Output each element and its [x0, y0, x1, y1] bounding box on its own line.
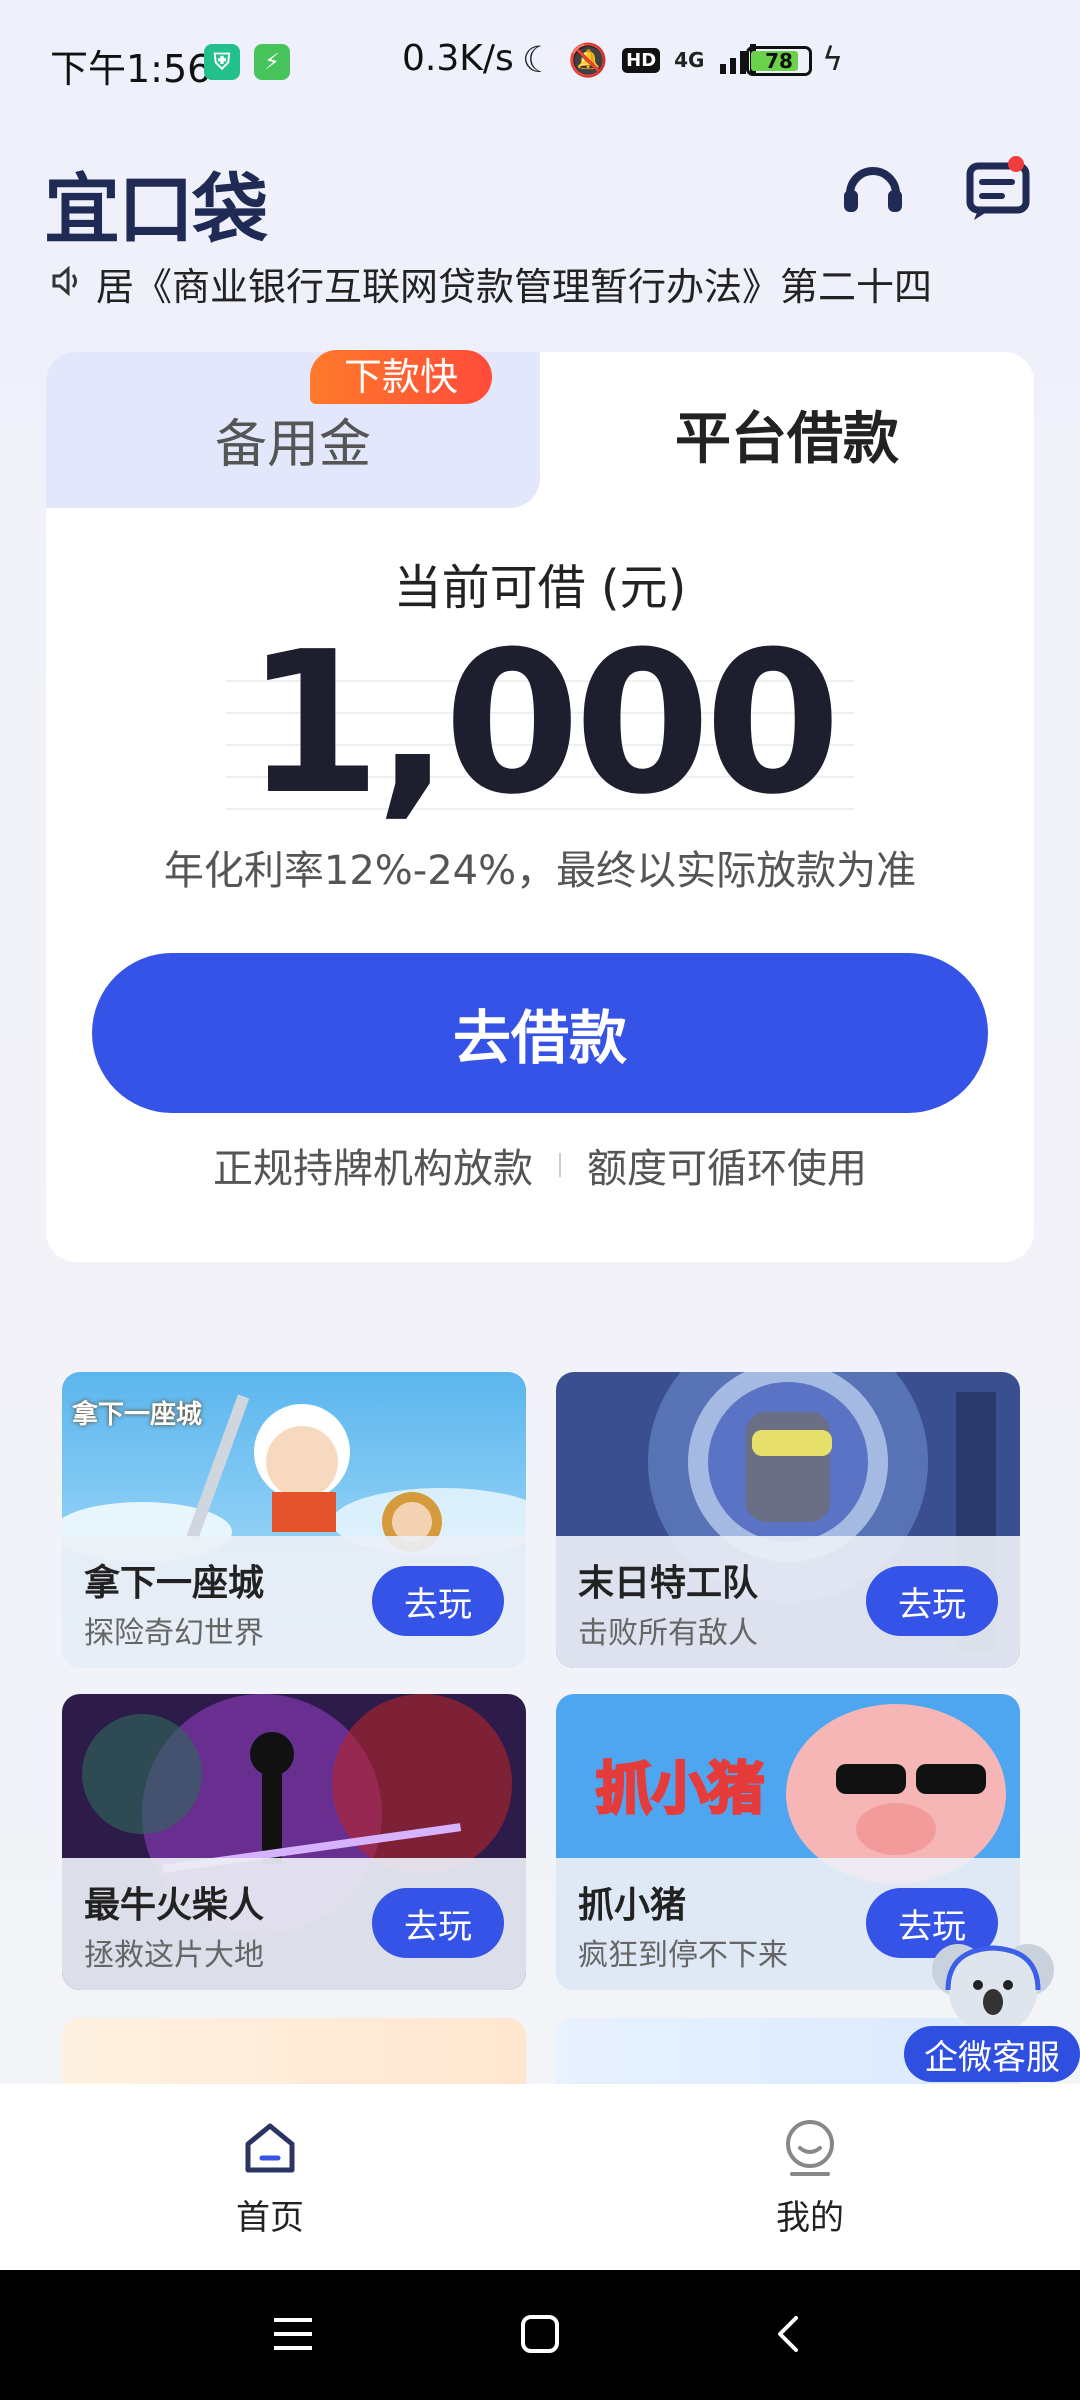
feature-revolving: 额度可循环使用	[587, 1146, 867, 1192]
game-art-title: 拿下一座城	[72, 1400, 203, 1430]
nav-profile-label: 我的	[776, 2198, 844, 2238]
features-row: 正规持牌机构放款 额度可循环使用	[0, 1136, 1080, 1194]
play-button[interactable]: 去玩	[866, 1566, 998, 1636]
play-button[interactable]: 去玩	[372, 1566, 504, 1636]
borrow-button[interactable]: 去借款	[92, 953, 988, 1113]
message-icon[interactable]	[964, 154, 1034, 224]
hd-icon: HD	[622, 47, 661, 73]
network-type: 4G	[674, 48, 705, 72]
status-time: 下午1:56	[50, 47, 212, 91]
shield-icon: ⛨	[204, 44, 240, 80]
home-square-icon[interactable]	[520, 2314, 560, 2358]
network-speed: 0.3K/s	[402, 38, 514, 79]
customer-service-button[interactable]: 企微客服	[904, 2026, 1080, 2082]
system-nav-bar	[0, 2270, 1080, 2400]
charging-bolt-icon: ϟ	[822, 40, 844, 78]
notice-bar[interactable]: 居《商业银行互联网贷款管理暂行办法》第二十四	[50, 256, 1040, 310]
game-subtitle: 疯狂到停不下来	[578, 1938, 788, 1973]
available-label: 当前可借 (元)	[393, 560, 687, 616]
fast-payout-badge: 下款快	[310, 350, 492, 404]
charging-app-icon: ⚡	[254, 44, 290, 80]
game-title: 抓小猪	[578, 1885, 687, 1926]
game-card[interactable]: 末日特工队 击败所有敌人 去玩	[556, 1372, 1020, 1668]
game-title: 末日特工队	[578, 1563, 759, 1604]
game-info-panel: 末日特工队 击败所有敌人 去玩	[556, 1536, 1020, 1668]
game-subtitle: 拯救这片大地	[84, 1938, 264, 1973]
headset-icon[interactable]	[838, 154, 908, 224]
app-logo: 宜口袋	[44, 165, 268, 254]
game-title: 最牛火柴人	[84, 1885, 265, 1926]
moon-icon: ☾	[522, 39, 555, 81]
game-subtitle: 探险奇幻世界	[84, 1616, 264, 1651]
game-subtitle: 击败所有敌人	[578, 1616, 758, 1651]
game-title: 拿下一座城	[84, 1563, 265, 1604]
tab-standby-fund-label: 备用金	[214, 415, 371, 475]
game-card[interactable]: 拿下一座城 拿下一座城 探险奇幻世界 去玩	[62, 1372, 526, 1668]
battery-icon: 78	[746, 46, 812, 76]
home-icon	[245, 2123, 295, 2173]
speaker-icon	[50, 264, 84, 302]
tab-platform-loan[interactable]: 平台借款	[540, 394, 1034, 475]
nav-home[interactable]: 首页	[170, 2118, 370, 2239]
game-info-panel: 最牛火柴人 拯救这片大地 去玩	[62, 1858, 526, 1990]
menu-icon[interactable]	[272, 2314, 314, 2358]
nav-home-label: 首页	[236, 2198, 304, 2238]
game-art-title: 抓小猪	[595, 1756, 766, 1824]
game-info-panel: 拿下一座城 探险奇幻世界 去玩	[62, 1536, 526, 1668]
feature-licensed: 正规持牌机构放款	[213, 1146, 533, 1192]
play-button[interactable]: 去玩	[372, 1888, 504, 1958]
rate-note: 年化利率12%-24%，最终以实际放款为准	[163, 848, 917, 894]
status-bar: 下午1:56 ⛨ ⚡ 0.3K/s ☾ 🔕 HD 4G 78 ϟ	[0, 0, 1080, 130]
profile-icon	[786, 2120, 834, 2176]
back-icon[interactable]	[772, 2314, 802, 2358]
available-amount: 1,000	[245, 610, 841, 838]
feature-separator	[559, 1153, 561, 1177]
nav-profile[interactable]: 我的	[710, 2118, 910, 2239]
bottom-nav: 首页 我的	[0, 2084, 1080, 2270]
game-card[interactable]: 最牛火柴人 拯救这片大地 去玩	[62, 1694, 526, 1990]
notice-text: 居《商业银行互联网贷款管理暂行办法》第二十四	[96, 264, 933, 309]
mute-bell-icon: 🔕	[568, 41, 609, 79]
